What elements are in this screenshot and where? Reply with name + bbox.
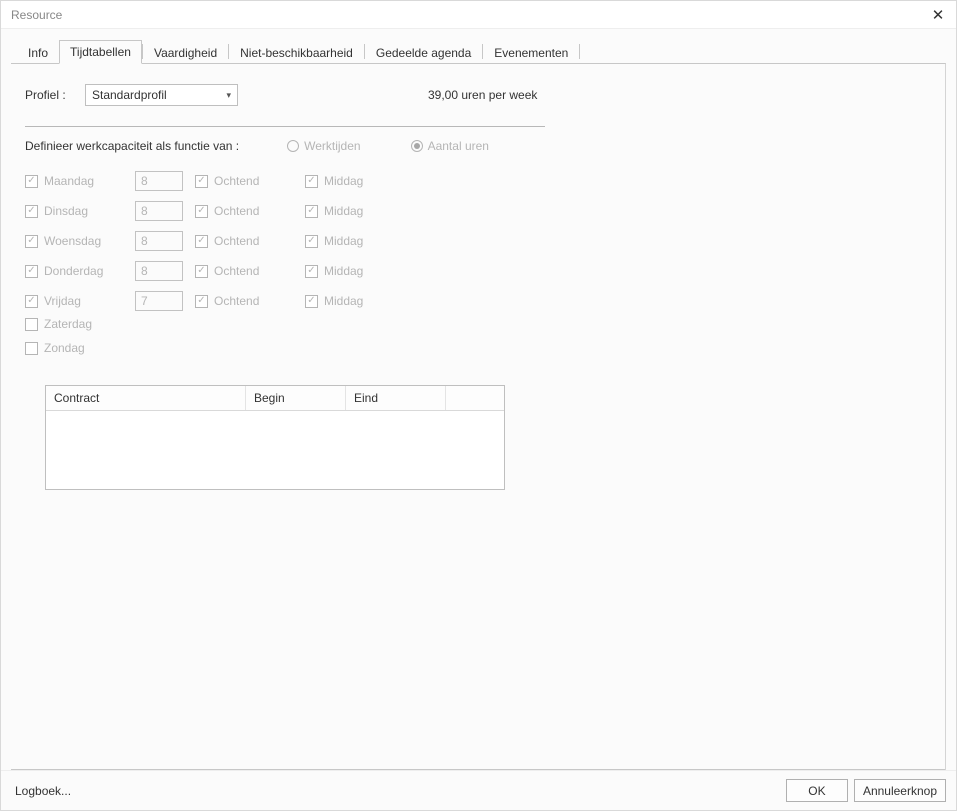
checkbox-icon xyxy=(25,318,38,331)
tab-gedeelde-agenda[interactable]: Gedeelde agenda xyxy=(365,41,482,64)
chevron-down-icon: ▾ xyxy=(226,90,231,101)
checkmark-icon: ✓ xyxy=(195,235,208,248)
tab-niet-beschikbaarheid[interactable]: Niet-beschikbaarheid xyxy=(229,41,364,64)
check-woensdag[interactable]: ✓Woensdag xyxy=(25,234,135,248)
checkmark-icon: ✓ xyxy=(25,175,38,188)
check-middag-donderdag[interactable]: ✓Middag xyxy=(305,264,405,278)
check-dinsdag[interactable]: ✓Dinsdag xyxy=(25,204,135,218)
capacity-row: Definieer werkcapaciteit als functie van… xyxy=(25,139,931,153)
table-body[interactable] xyxy=(46,411,504,489)
checkmark-icon: ✓ xyxy=(305,265,318,278)
checkmark-icon: ✓ xyxy=(195,175,208,188)
contract-table: Contract Begin Eind xyxy=(45,385,505,490)
checkmark-icon: ✓ xyxy=(25,235,38,248)
checkmark-icon: ✓ xyxy=(25,295,38,308)
checkmark-icon: ✓ xyxy=(25,265,38,278)
check-middag-vrijdag[interactable]: ✓Middag xyxy=(305,294,405,308)
check-ochtend-vrijdag[interactable]: ✓Ochtend xyxy=(195,294,305,308)
check-ochtend-woensdag[interactable]: ✓Ochtend xyxy=(195,234,305,248)
profile-selected: Standardprofil xyxy=(92,88,167,102)
hours-donderdag[interactable]: 8 xyxy=(135,261,183,281)
check-zaterdag[interactable]: Zaterdag xyxy=(25,317,931,331)
close-icon[interactable]: ✕ xyxy=(928,6,948,24)
tab-separator xyxy=(579,44,580,59)
check-ochtend-dinsdag[interactable]: ✓Ochtend xyxy=(195,204,305,218)
tab-evenementen[interactable]: Evenementen xyxy=(483,41,579,64)
check-vrijdag[interactable]: ✓Vrijdag xyxy=(25,294,135,308)
col-contract[interactable]: Contract xyxy=(46,386,246,410)
tab-tijdtabellen[interactable]: Tijdtabellen xyxy=(59,40,142,64)
radio-aantal-uren[interactable]: Aantal uren xyxy=(411,139,489,153)
radio-icon xyxy=(411,140,423,152)
radio-werktijden[interactable]: Werktijden xyxy=(287,139,360,153)
ok-button[interactable]: OK xyxy=(786,779,848,802)
footer-buttons: OK Annuleerknop xyxy=(786,779,946,802)
logboek-link[interactable]: Logboek... xyxy=(15,784,71,798)
tab-strip: Info Tijdtabellen Vaardigheid Niet-besch… xyxy=(17,39,946,63)
titlebar: Resource ✕ xyxy=(1,1,956,29)
checkmark-icon: ✓ xyxy=(195,295,208,308)
dialog-footer: Logboek... OK Annuleerknop xyxy=(1,770,956,810)
hours-woensdag[interactable]: 8 xyxy=(135,231,183,251)
dialog-body: Info Tijdtabellen Vaardigheid Niet-besch… xyxy=(1,29,956,770)
window-title: Resource xyxy=(11,8,62,22)
tab-vaardigheid[interactable]: Vaardigheid xyxy=(143,41,228,64)
radio-icon xyxy=(287,140,299,152)
capacity-radio-group: Werktijden Aantal uren xyxy=(287,139,489,153)
hours-per-week-label: 39,00 uren per week xyxy=(428,88,537,102)
check-middag-woensdag[interactable]: ✓Middag xyxy=(305,234,405,248)
checkmark-icon: ✓ xyxy=(305,175,318,188)
check-middag-dinsdag[interactable]: ✓Middag xyxy=(305,204,405,218)
hours-dinsdag[interactable]: 8 xyxy=(135,201,183,221)
hours-maandag[interactable]: 8 xyxy=(135,171,183,191)
checkbox-icon xyxy=(25,342,38,355)
col-begin[interactable]: Begin xyxy=(246,386,346,410)
check-middag-maandag[interactable]: ✓Middag xyxy=(305,174,405,188)
tab-info[interactable]: Info xyxy=(17,41,59,64)
check-ochtend-maandag[interactable]: ✓Ochtend xyxy=(195,174,305,188)
checkmark-icon: ✓ xyxy=(305,235,318,248)
cancel-button[interactable]: Annuleerknop xyxy=(854,779,946,802)
hours-vrijdag[interactable]: 7 xyxy=(135,291,183,311)
checkmark-icon: ✓ xyxy=(305,205,318,218)
checkmark-icon: ✓ xyxy=(25,205,38,218)
check-zondag[interactable]: Zondag xyxy=(25,341,931,355)
col-spacer xyxy=(446,386,504,410)
checkmark-icon: ✓ xyxy=(195,205,208,218)
profile-label: Profiel : xyxy=(25,88,85,102)
col-eind[interactable]: Eind xyxy=(346,386,446,410)
check-ochtend-donderdag[interactable]: ✓Ochtend xyxy=(195,264,305,278)
check-maandag[interactable]: ✓Maandag xyxy=(25,174,135,188)
checkmark-icon: ✓ xyxy=(305,295,318,308)
table-header: Contract Begin Eind xyxy=(46,386,504,411)
weekend-block: Zaterdag Zondag xyxy=(25,317,931,355)
days-grid: ✓Maandag 8 ✓Ochtend ✓Middag ✓Dinsdag 8 ✓… xyxy=(25,171,931,311)
profile-combo[interactable]: Standardprofil ▾ xyxy=(85,84,238,106)
checkmark-icon: ✓ xyxy=(195,265,208,278)
capacity-label: Definieer werkcapaciteit als functie van… xyxy=(25,139,239,153)
check-donderdag[interactable]: ✓Donderdag xyxy=(25,264,135,278)
resource-dialog: Resource ✕ Info Tijdtabellen Vaardigheid… xyxy=(0,0,957,811)
profile-row: Profiel : Standardprofil ▾ 39,00 uren pe… xyxy=(25,84,931,106)
tab-panel-tijdtabellen: Profiel : Standardprofil ▾ 39,00 uren pe… xyxy=(11,63,946,770)
section-divider xyxy=(25,126,545,127)
